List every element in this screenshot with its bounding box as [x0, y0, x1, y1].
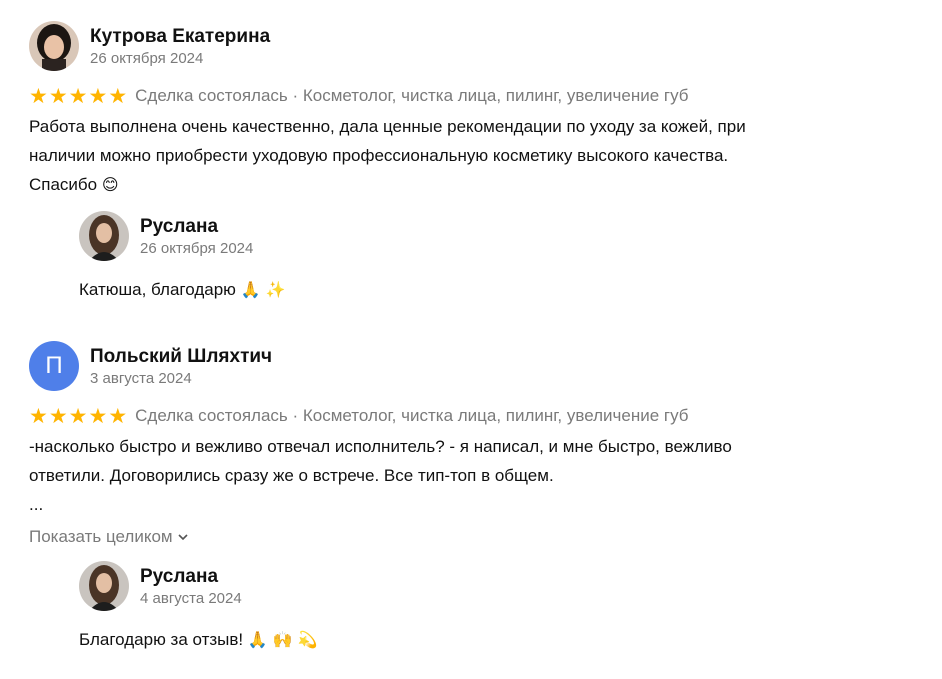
pray-raised-hands-dizzy-emoji-icon: 🙏 🙌 💫	[247, 630, 318, 649]
author-meta: Кутрова Екатерина 26 октября 2024	[90, 25, 270, 68]
reply-header: Руслана 4 августа 2024	[79, 561, 879, 611]
owner-reply: Руслана 4 августа 2024 Благодарю за отзы…	[79, 561, 879, 654]
deal-info: Сделка состоялась · Косметолог, чистка л…	[135, 406, 689, 425]
review-text: -насколько быстро и вежливо отвечал испо…	[29, 437, 732, 514]
star-icon: ★	[29, 84, 48, 108]
reply-text-body: Катюша, благодарю	[79, 280, 236, 299]
star-icon: ★	[88, 84, 108, 108]
avatar-letter: П	[45, 352, 63, 379]
reply-author[interactable]: Руслана	[140, 565, 242, 588]
smile-emoji-icon: 😊	[101, 175, 119, 194]
star-icon: ★	[88, 404, 108, 428]
reply-header: Руслана 26 октября 2024	[79, 211, 879, 261]
reply-avatar[interactable]	[79, 561, 129, 611]
author-avatar[interactable]	[29, 21, 79, 71]
reply-date: 26 октября 2024	[140, 239, 254, 257]
reply-meta: Руслана 26 октября 2024	[140, 215, 253, 258]
review-text: Работа выполнена очень качественно, дала…	[29, 112, 919, 199]
review-text-body: Работа выполнена очень качественно, дала…	[29, 117, 746, 194]
show-full-button[interactable]: Показать целиком	[29, 527, 188, 547]
star-icon: ★	[68, 404, 88, 428]
reply-date: 4 августа 2024	[140, 589, 242, 607]
star-icon: ★	[108, 404, 128, 428]
star-icon: ★	[29, 404, 48, 428]
reply-text: Катюша, благодарю 🙏 ✨	[79, 275, 879, 304]
rating-row: ★ ★ ★ ★ ★ Сделка состоялась · Косметолог…	[29, 403, 919, 429]
star-rating: ★ ★ ★ ★ ★	[29, 406, 127, 427]
author-name[interactable]: Польский Шляхтич	[90, 345, 272, 368]
reply-text-body: Благодарю за отзыв!	[79, 630, 244, 649]
reply-text: Благодарю за отзыв! 🙏 🙌 💫	[79, 625, 879, 654]
owner-reply: Руслана 26 октября 2024 Катюша, благодар…	[79, 211, 879, 304]
review-header: Кутрова Екатерина 26 октября 2024	[29, 21, 919, 71]
rating-row: ★ ★ ★ ★ ★ Сделка состоялась · Косметолог…	[29, 83, 919, 109]
review-date: 26 октября 2024	[90, 49, 204, 67]
review-header: П Польский Шляхтич 3 августа 2024	[29, 341, 919, 391]
reply-author[interactable]: Руслана	[140, 215, 253, 238]
deal-info: Сделка состоялась · Косметолог, чистка л…	[135, 86, 689, 105]
star-icon: ★	[48, 84, 68, 108]
reply-meta: Руслана 4 августа 2024	[140, 565, 242, 608]
chevron-down-icon	[178, 532, 188, 544]
star-icon: ★	[48, 404, 68, 428]
show-full-label: Показать целиком	[29, 527, 173, 546]
star-icon: ★	[68, 84, 88, 108]
star-icon: ★	[108, 84, 128, 108]
star-rating: ★ ★ ★ ★ ★	[29, 86, 127, 107]
review-card: Кутрова Екатерина 26 октября 2024 ★ ★ ★ …	[29, 21, 919, 199]
review-card: П Польский Шляхтич 3 августа 2024 ★ ★ ★ …	[29, 341, 919, 547]
pray-sparkles-emoji-icon: 🙏 ✨	[240, 280, 286, 299]
author-name[interactable]: Кутрова Екатерина	[90, 25, 270, 48]
author-avatar[interactable]: П	[29, 341, 79, 391]
author-meta: Польский Шляхтич 3 августа 2024	[90, 345, 272, 388]
review-date: 3 августа 2024	[90, 369, 192, 387]
reply-avatar[interactable]	[79, 211, 129, 261]
